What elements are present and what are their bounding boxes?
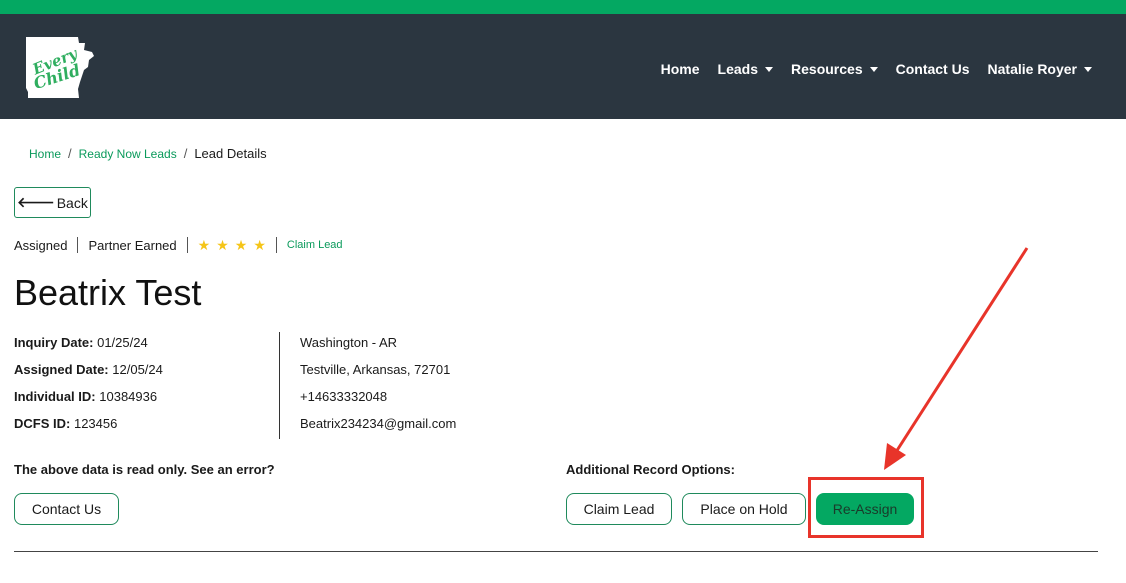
star-icon: ★: [234, 237, 248, 253]
lead-status-row: Assigned Partner Earned ★ ★ ★ ★ Claim Le…: [14, 236, 343, 254]
every-child-logo[interactable]: Every Child: [22, 34, 100, 102]
individual-id-row: Individual ID: 10384936: [14, 389, 163, 416]
lead-name: Beatrix Test: [14, 272, 202, 313]
assigned-date-row: Assigned Date: 12/05/24: [14, 362, 163, 389]
nav-leads[interactable]: Leads: [717, 61, 774, 77]
email: Beatrix234234@gmail.com: [300, 416, 457, 431]
nav-user-menu[interactable]: Natalie Royer: [988, 61, 1092, 77]
divider: [275, 237, 277, 253]
back-button[interactable]: 🡐 Back: [14, 187, 91, 218]
main-nav: Home Leads Resources Contact Us Natalie …: [661, 61, 1092, 77]
caret-down-icon: [869, 66, 878, 72]
status-partner-earned: Partner Earned: [88, 237, 177, 253]
status-assigned: Assigned: [14, 237, 68, 253]
star-icon: ★: [253, 237, 266, 253]
nav-resources[interactable]: Resources: [791, 61, 878, 77]
individual-id-label: Individual ID:: [14, 389, 96, 404]
place-on-hold-button[interactable]: Place on Hold: [682, 493, 806, 525]
divider: [186, 237, 188, 253]
nav-home-label: Home: [660, 61, 700, 77]
section-divider: [14, 551, 1098, 552]
breadcrumb-home[interactable]: Home: [29, 147, 61, 161]
star-rating: ★ ★ ★ ★: [198, 238, 266, 252]
contact-us-button[interactable]: Contact Us: [14, 493, 119, 525]
breadcrumb-current: Lead Details: [194, 146, 267, 161]
top-accent-bar: [0, 0, 1126, 14]
inquiry-date-value: 01/25/24: [97, 335, 148, 350]
lead-details-right: Washington - AR Testville, Arkansas, 727…: [300, 335, 456, 443]
nav-leads-label: Leads: [717, 61, 759, 77]
star-icon: ★: [197, 237, 211, 253]
inquiry-date-row: Inquiry Date: 01/25/24: [14, 335, 163, 362]
star-icon: ★: [216, 237, 229, 253]
assigned-date-value: 12/05/24: [112, 362, 163, 377]
caret-down-icon: [765, 66, 774, 72]
phone: +14633332048: [300, 389, 388, 404]
nav-contact-us[interactable]: Contact Us: [896, 61, 970, 77]
breadcrumb-separator: /: [68, 146, 72, 161]
individual-id-value: 10384936: [99, 389, 158, 404]
divider: [77, 237, 79, 253]
county: Washington - AR: [300, 335, 398, 350]
annotation-highlight-box: [808, 477, 924, 538]
dcfs-id-row: DCFS ID: 123456: [14, 416, 163, 443]
breadcrumb-separator: /: [183, 146, 188, 161]
nav-user-label: Natalie Royer: [987, 61, 1077, 77]
lead-details-left: Inquiry Date: 01/25/24 Assigned Date: 12…: [14, 335, 163, 443]
dcfs-id-value: 123456: [73, 416, 118, 431]
nav-contact-label: Contact Us: [895, 61, 970, 77]
read-only-notice: The above data is read only. See an erro…: [14, 462, 275, 477]
breadcrumb: Home / Ready Now Leads / Lead Details: [29, 146, 267, 161]
nav-resources-label: Resources: [791, 61, 863, 77]
details-divider: [279, 332, 280, 439]
dcfs-id-label: DCFS ID:: [14, 416, 71, 431]
caret-down-icon: [1084, 66, 1092, 72]
claim-lead-button[interactable]: Claim Lead: [566, 493, 672, 525]
arrow-left-icon: 🡐: [17, 194, 55, 210]
site-header: Every Child Home Leads Resources Contact…: [0, 14, 1126, 119]
record-options-title: Additional Record Options:: [566, 462, 735, 477]
assigned-date-label: Assigned Date:: [14, 362, 109, 377]
nav-home[interactable]: Home: [661, 61, 700, 77]
address: Testville, Arkansas, 72701: [300, 362, 451, 377]
back-button-label: Back: [56, 194, 88, 211]
inquiry-date-label: Inquiry Date:: [14, 335, 94, 350]
claim-lead-link[interactable]: Claim Lead: [287, 239, 343, 251]
breadcrumb-ready-now-leads[interactable]: Ready Now Leads: [79, 147, 177, 161]
